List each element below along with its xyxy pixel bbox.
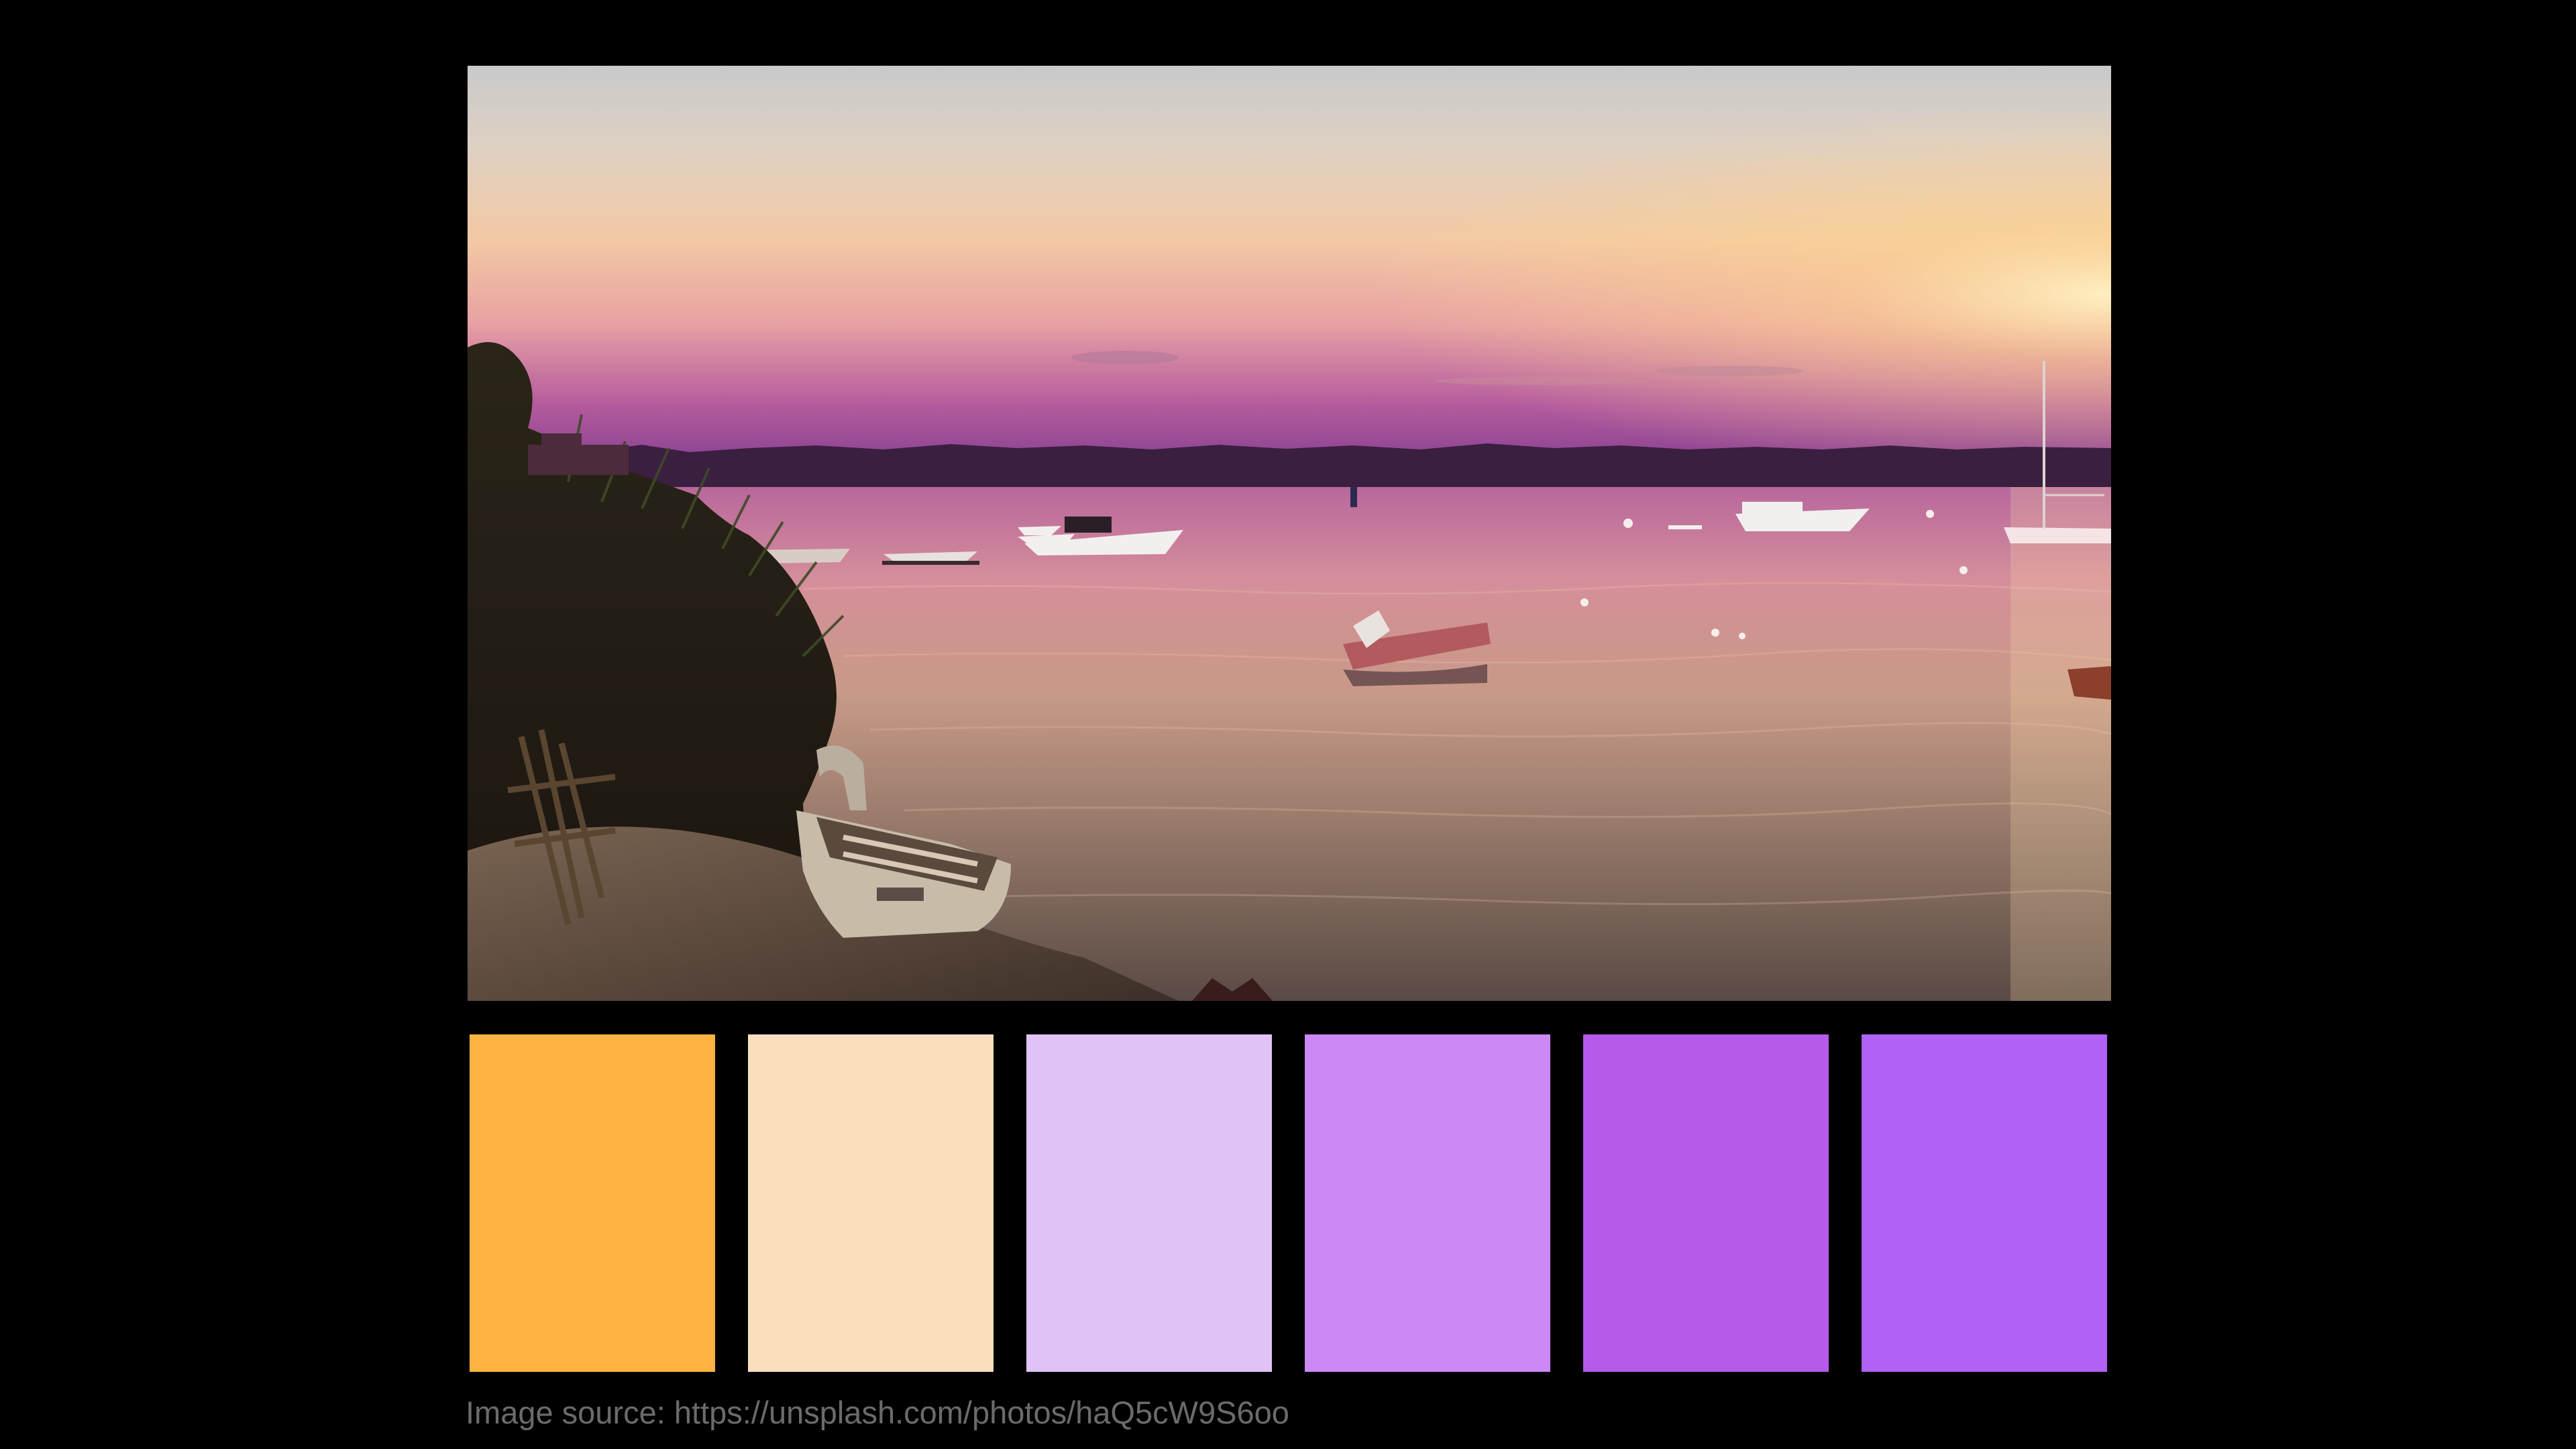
- palette-swatch-1: [470, 1034, 715, 1372]
- sunset-bay-photo: [468, 66, 2111, 1001]
- palette-swatch-6: [1862, 1034, 2107, 1372]
- palette-swatch-3: [1026, 1034, 1272, 1372]
- image-source-caption: Image source: https://unsplash.com/photo…: [466, 1395, 1289, 1430]
- palette-swatch-4: [1305, 1034, 1550, 1372]
- palette-swatch-5: [1583, 1034, 1829, 1372]
- color-palette: [470, 1034, 2108, 1372]
- palette-swatch-2: [748, 1034, 994, 1372]
